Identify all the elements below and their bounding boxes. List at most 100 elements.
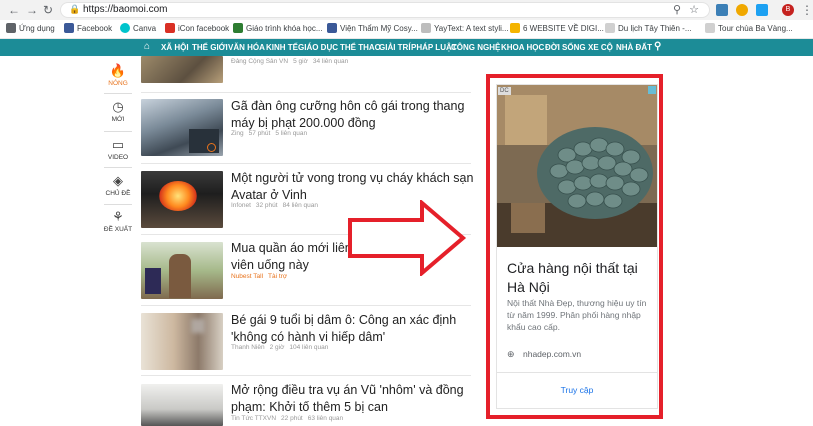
page-icon [605,23,615,33]
article-meta: Nubest Tall Tài trợ [231,273,288,280]
bookmark-item[interactable]: Giáo trình khóa học... [233,23,323,35]
ad-domain: nhadep.com.vn [523,349,582,359]
ad-image-art [497,85,657,247]
rail-item-video[interactable]: ▭ VIDEO [100,137,136,162]
visit-button[interactable]: Truy cập [497,385,657,395]
rail-divider [104,93,132,94]
bookmark-item[interactable]: Du lịch Tây Thiên -... [605,23,692,35]
nav-item[interactable]: GIÁO DỤC [298,42,338,53]
ad-badge: DC [498,87,511,95]
divider [141,163,471,164]
globe-icon: ⊕ [507,349,515,359]
article-title[interactable]: Gã đàn ông cưỡng hôn cô gái trong thang … [231,98,476,132]
nav-item[interactable]: XE CỘ [588,42,613,53]
rail-divider [104,131,132,132]
extension-icon[interactable] [716,4,728,16]
back-icon[interactable]: ← [8,3,20,17]
article-meta: Đảng Cộng Sản VN 5 giờ 34 liên quan [231,58,349,65]
nav-item[interactable]: XÃ HỘI [161,42,189,53]
bookmark-item[interactable]: iCon facebook [165,23,229,35]
icon-facebook-icon [165,23,175,33]
bookmark-item[interactable]: Tour chùa Ba Vàng... [705,23,793,35]
avatar[interactable]: B [782,4,794,16]
product-box [145,268,161,294]
bookmarks-bar: Ứng dụng Facebook Canva iCon facebook Gi… [0,20,813,39]
divider [141,92,471,93]
bookmark-item[interactable]: Canva [120,23,156,35]
article-thumbnail[interactable] [141,99,223,156]
nav-item[interactable]: THỂ THAO [340,42,381,53]
article-title[interactable]: Một người tử vong trong vụ cháy khách sạ… [231,170,476,204]
person-detail [169,254,191,298]
rail-item-new[interactable]: ◷ MỚI [100,99,136,124]
url-text: https://baomoi.com [83,4,168,15]
article-meta: Zing 57 phút 5 liên quan [231,130,308,137]
menu-icon[interactable]: ⋮ [801,3,813,17]
star-icon[interactable]: ☆ [689,3,699,16]
article-thumbnail[interactable] [141,56,223,83]
page-icon [421,23,431,33]
bookmark-item[interactable]: Facebook [64,23,112,35]
divider [497,372,657,373]
award-icon: ⚘ [112,209,124,224]
nav-item[interactable]: KINH TẾ [266,42,298,53]
nav-item[interactable]: CÔNG NGHỆ [451,42,500,53]
article-meta: Infonet 32 phút 84 liên quan [231,202,318,209]
layers-icon: ◈ [113,173,123,188]
ad-image[interactable]: DC [497,85,657,247]
apps-icon [6,23,16,33]
forward-icon[interactable]: → [26,3,38,17]
fire-detail [159,181,197,211]
canva-icon [120,23,130,33]
search-icon[interactable]: ⚲ [654,41,661,52]
rail-divider [104,167,132,168]
ad-card[interactable]: DC Cửa hàng nội thất tại Hà Nội Nội thất… [496,84,658,409]
page-icon [705,23,715,33]
rail-item-topics[interactable]: ◈ CHỦ ĐỀ [100,173,136,198]
extension-icon[interactable] [736,4,748,16]
blurred-face [191,319,205,333]
article-title[interactable]: Bé gái 9 tuổi bị dâm ô: Công an xác định… [231,312,476,346]
article-meta: Tin Tức TTXVN 22 phút 63 liên quan [231,415,344,422]
rail-item-suggest[interactable]: ⚘ ĐỀ XUẤT [100,209,136,234]
lock-icon: 🔒 [69,4,81,14]
arrow-annotation-icon [348,200,467,276]
article-title[interactable]: Mở rộng điều tra vụ án Vũ 'nhôm' và đồng… [231,382,476,416]
nav-item[interactable]: GIẢI TRÍ [379,42,411,53]
nav-item[interactable]: ĐỜI SỐNG [545,42,586,53]
ad-description: Nội thất Nhà Đẹp, thương hiệu uy tín từ … [507,298,647,332]
extension-icon[interactable] [756,4,768,16]
nav-item[interactable]: THẾ GIỚI [192,42,228,53]
nav-item[interactable]: KHOA HỌC [501,42,544,53]
address-bar[interactable]: 🔒 https://baomoi.com ⚲ ☆ [60,2,710,18]
facebook-icon [327,23,337,33]
nav-item[interactable]: NHÀ ĐẤT [616,42,652,53]
facebook-icon [64,23,74,33]
play-icon [207,143,216,152]
bookmark-item[interactable]: 6 WEBSITE VỀ DIGI... [510,23,604,35]
article-thumbnail[interactable] [141,171,223,228]
bookmark-item[interactable]: YayText: A text styli... [421,23,509,35]
nav-item[interactable]: PHÁP LUẬT [411,42,457,53]
bookmark-apps[interactable]: Ứng dụng [6,23,55,35]
video-icon: ▭ [111,137,125,152]
rail-item-hot[interactable]: 🔥 NÓNG [100,63,136,88]
page-icon [510,23,520,33]
ad-title[interactable]: Cửa hàng nội thất tại Hà Nội [507,259,652,297]
site-nav: ⌂ XÃ HỘI THẾ GIỚI VĂN HÓA KINH TẾ GIÁO D… [0,39,813,56]
flame-icon: 🔥 [109,63,127,78]
search-icon[interactable]: ⚲ [673,3,681,16]
adchoices-icon[interactable] [648,86,656,94]
course-icon [233,23,243,33]
article-thumbnail[interactable] [141,242,223,299]
article-thumbnail[interactable] [141,313,223,370]
rail-divider [104,204,132,205]
clock-icon: ◷ [112,99,124,114]
nav-item[interactable]: VĂN HÓA [228,42,265,53]
divider [141,305,471,306]
home-icon[interactable]: ⌂ [144,41,150,52]
bookmark-item[interactable]: Viện Thẩm Mỹ Cosy... [327,23,418,35]
reload-icon[interactable]: ↻ [43,3,53,17]
article-thumbnail[interactable] [141,384,223,426]
article-meta: Thanh Niên 2 giờ 104 liên quan [231,344,329,351]
